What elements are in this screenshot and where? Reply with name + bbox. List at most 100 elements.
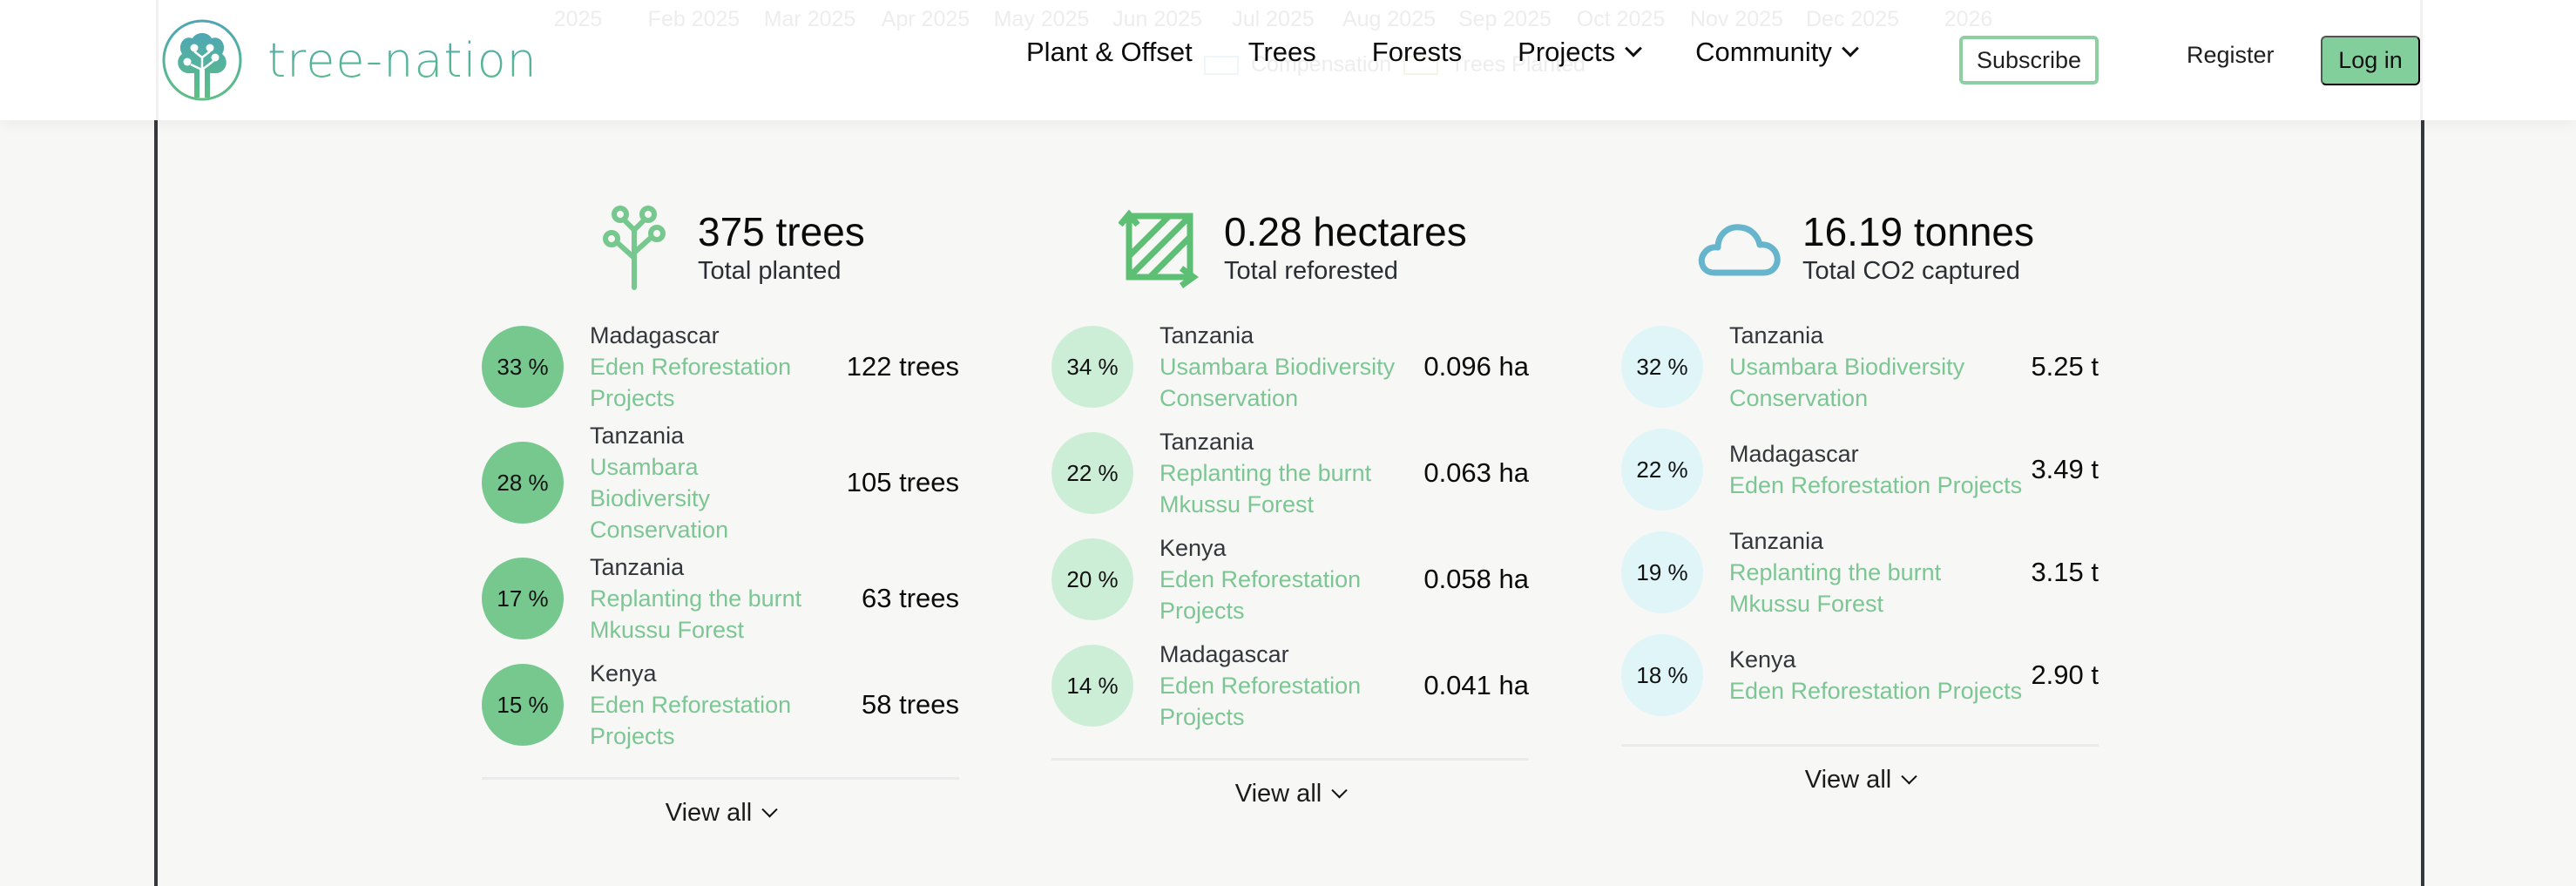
nav-projects[interactable]: Projects <box>1518 37 1643 68</box>
x-tick: 2025 <box>553 7 603 31</box>
panel-header: 0.28 hectares Total reforested <box>1051 197 1529 298</box>
country: Tanzania <box>590 423 685 449</box>
divider <box>1621 744 2099 747</box>
country: Madagascar <box>1160 641 1289 667</box>
tree-nation-logo[interactable]: tree-nation <box>161 19 538 101</box>
chevron-down-icon <box>1625 39 1643 57</box>
project-link[interactable]: Eden Reforestation Projects <box>1729 675 2031 707</box>
project-link[interactable]: Eden Reforestation Projects <box>1160 564 1377 626</box>
country: Tanzania <box>1729 528 1824 554</box>
country: Tanzania <box>590 554 685 580</box>
percent-badge: 18 % <box>1621 634 1703 716</box>
country: Kenya <box>590 660 657 686</box>
list-item: 19 % Tanzania Replanting the burnt Mkuss… <box>1621 519 2099 626</box>
total-caption: Total planted <box>698 257 842 285</box>
amount: 58 trees <box>861 689 959 720</box>
content-frame-right-border <box>2421 120 2424 886</box>
x-tick: Apr 2025 <box>881 7 970 31</box>
project-link[interactable]: Replanting the burnt Mkussu Forest <box>590 583 816 646</box>
project-link[interactable]: Eden Reforestation Projects <box>1160 670 1377 733</box>
nav-community[interactable]: Community <box>1695 37 1859 68</box>
nav-label: Plant & Offset <box>1026 37 1193 67</box>
project-link[interactable]: Eden Reforestation Projects <box>1729 470 2031 501</box>
tree-nation-logo-icon <box>162 19 242 101</box>
percent-badge: 33 % <box>482 326 564 408</box>
project-link[interactable]: Usambara Biodiversity Conservation <box>1729 351 1982 414</box>
logo-wordmark: tree-nation <box>267 32 538 88</box>
chevron-down-icon <box>761 801 778 818</box>
amount: 2.90 t <box>2031 659 2099 690</box>
percent-badge: 15 % <box>482 664 564 746</box>
x-tick: Oct 2025 <box>1576 7 1666 31</box>
country: Madagascar <box>590 322 720 348</box>
amount: 63 trees <box>861 583 959 613</box>
project-link[interactable]: Replanting the burnt Mkussu Forest <box>1160 457 1395 520</box>
hectares-reforested-panel: 0.28 hectares Total reforested 34 % Tanz… <box>1051 197 1529 808</box>
view-all-button[interactable]: View all <box>1051 780 1529 808</box>
trees-planted-panel: 375 trees Total planted 33 % Madagascar … <box>482 197 959 828</box>
list-item: 22 % Madagascar Eden Reforestation Proje… <box>1621 420 2099 519</box>
content-frame-left-border <box>154 120 158 886</box>
divider <box>1051 758 1529 761</box>
view-all-button[interactable]: View all <box>1621 766 2099 795</box>
total-co2: 16.19 tonnes <box>1802 209 2035 254</box>
list-item: 22 % Tanzania Replanting the burnt Mkuss… <box>1051 420 1529 526</box>
percent-badge: 17 % <box>482 558 564 639</box>
nav-label: Projects <box>1518 37 1616 67</box>
nav-trees[interactable]: Trees <box>1248 37 1316 68</box>
list-item: 32 % Tanzania Usambara Biodiversity Cons… <box>1621 314 2099 420</box>
panel-header: 16.19 tonnes Total CO2 captured <box>1621 197 2099 298</box>
country: Madagascar <box>1729 441 1859 467</box>
tree-icon <box>586 200 682 295</box>
amount: 105 trees <box>846 467 959 497</box>
amount: 0.058 ha <box>1423 564 1529 594</box>
country: Kenya <box>1160 535 1227 561</box>
amount: 0.096 ha <box>1423 351 1529 382</box>
total-trees: 375 trees <box>698 209 865 254</box>
project-link[interactable]: Eden Reforestation Projects <box>590 351 808 414</box>
co2-captured-panel: 16.19 tonnes Total CO2 captured 32 % Tan… <box>1621 197 2099 795</box>
view-all-button[interactable]: View all <box>482 799 959 828</box>
country: Tanzania <box>1160 322 1254 348</box>
project-link[interactable]: Replanting the burnt Mkussu Forest <box>1729 557 1964 619</box>
chevron-down-icon <box>1901 768 1917 785</box>
amount: 5.25 t <box>2031 351 2099 382</box>
country: Tanzania <box>1729 322 1824 348</box>
breakdown-list: 33 % Madagascar Eden Reforestation Proje… <box>482 314 959 758</box>
project-link[interactable]: Eden Reforestation Projects <box>590 689 808 752</box>
site-header: 2025 Feb 2025 Mar 2025 Apr 2025 May 2025… <box>0 0 2576 120</box>
nav-forests[interactable]: Forests <box>1372 37 1462 68</box>
list-item: 28 % Tanzania Usambara Biodiversity Cons… <box>482 420 959 545</box>
register-link[interactable]: Register <box>2187 42 2275 69</box>
panel-header: 375 trees Total planted <box>482 197 959 298</box>
x-tick: Nov 2025 <box>1689 7 1784 31</box>
list-item: 18 % Kenya Eden Reforestation Projects 2… <box>1621 626 2099 725</box>
list-item: 34 % Tanzania Usambara Biodiversity Cons… <box>1051 314 1529 420</box>
chevron-down-icon <box>1842 39 1859 57</box>
amount: 0.041 ha <box>1423 670 1529 700</box>
country: Tanzania <box>1160 429 1254 455</box>
nav-plant-offset[interactable]: Plant & Offset <box>1026 37 1193 68</box>
cloud-icon <box>1691 200 1787 295</box>
project-link[interactable]: Usambara Biodiversity Conservation <box>590 451 825 545</box>
list-item: 15 % Kenya Eden Reforestation Projects 5… <box>482 652 959 758</box>
view-all-label: View all <box>1804 766 1892 794</box>
x-tick: Jun 2025 <box>1112 7 1202 31</box>
x-tick: Sep 2025 <box>1457 7 1552 31</box>
percent-badge: 34 % <box>1051 326 1133 408</box>
x-tick: 2026 <box>1944 7 1993 31</box>
subscribe-button[interactable]: Subscribe <box>1959 36 2099 85</box>
total-caption: Total reforested <box>1224 257 1398 285</box>
project-link[interactable]: Usambara Biodiversity Conservation <box>1160 351 1412 414</box>
x-tick: Jul 2025 <box>1232 7 1315 31</box>
percent-badge: 22 % <box>1051 432 1133 514</box>
percent-badge: 22 % <box>1621 429 1703 511</box>
login-button[interactable]: Log in <box>2321 36 2420 85</box>
percent-badge: 19 % <box>1621 531 1703 613</box>
total-caption: Total CO2 captured <box>1802 257 2020 285</box>
breakdown-list: 32 % Tanzania Usambara Biodiversity Cons… <box>1621 314 2099 725</box>
country: Kenya <box>1729 646 1796 673</box>
background-chart-x-axis: 2025 Feb 2025 Mar 2025 Apr 2025 May 2025… <box>520 7 2026 32</box>
list-item: 20 % Kenya Eden Reforestation Projects 0… <box>1051 526 1529 632</box>
area-expand-icon <box>1112 200 1208 295</box>
